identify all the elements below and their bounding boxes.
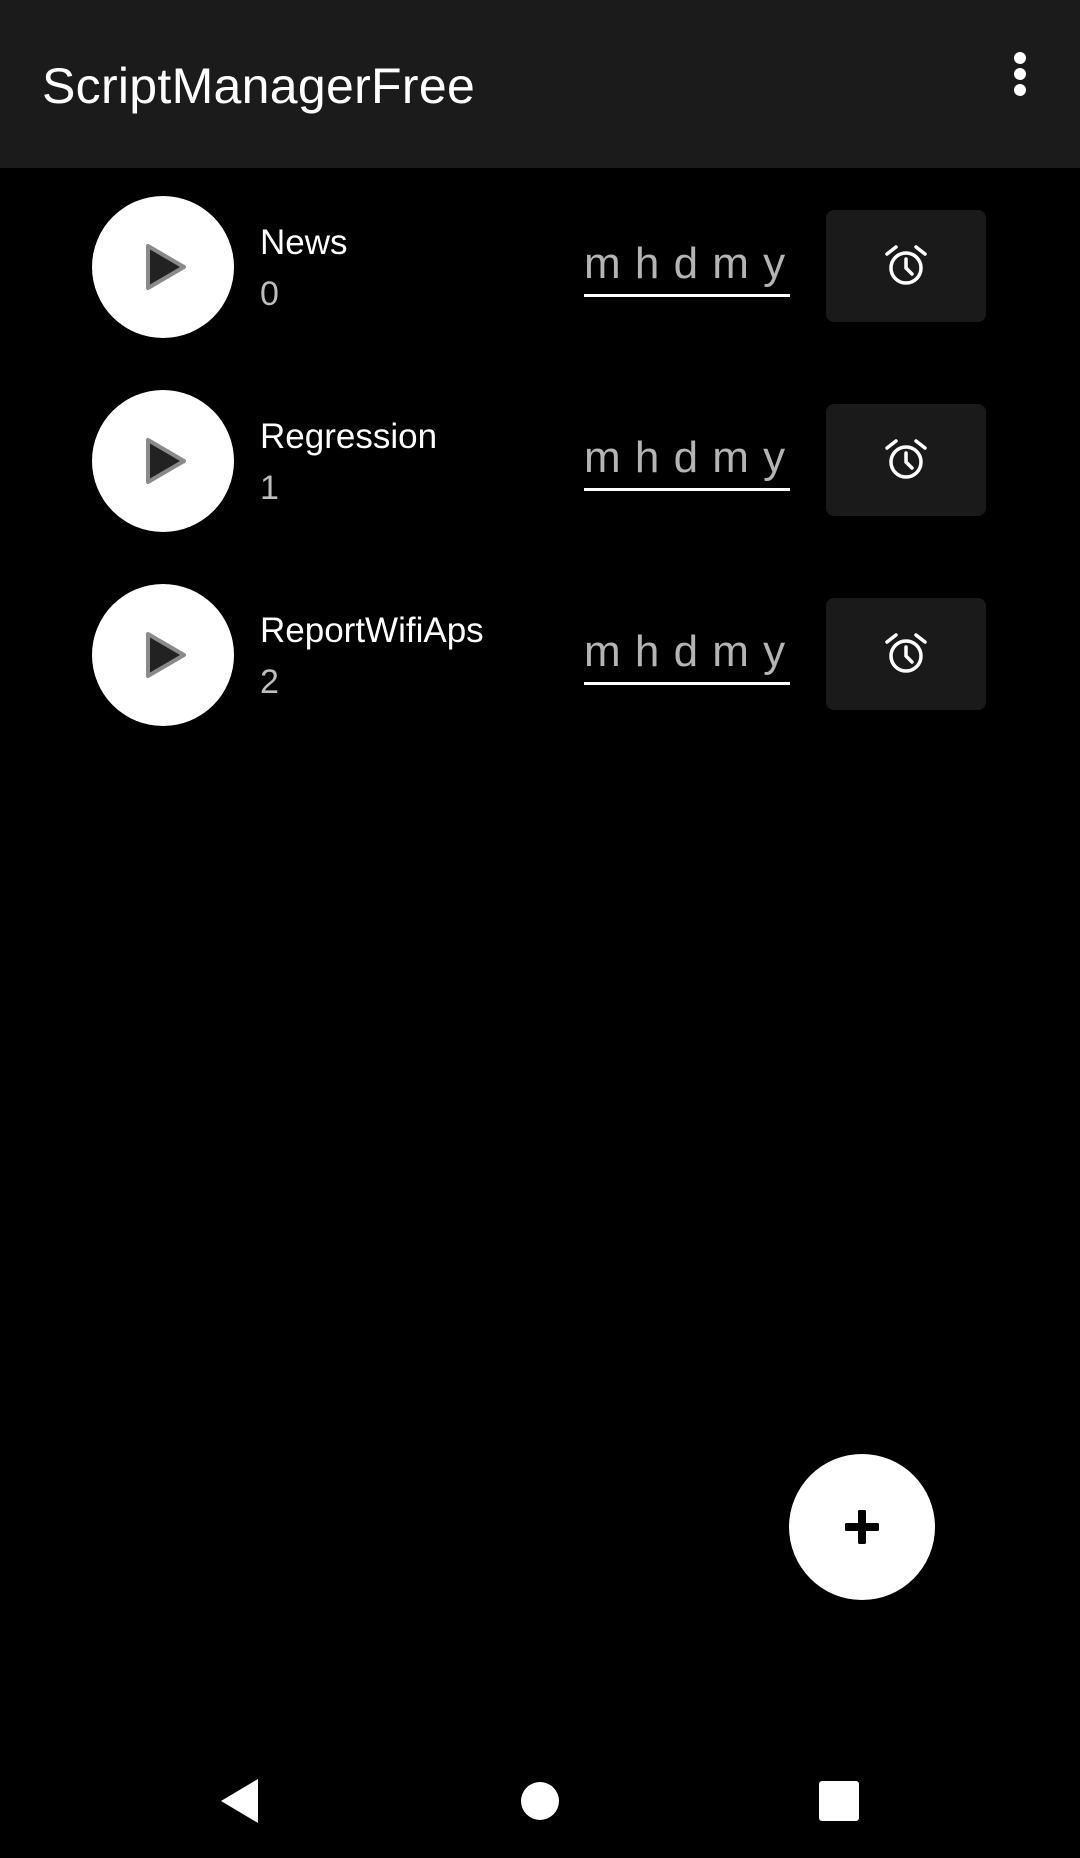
alarm-clock-icon [885, 439, 927, 479]
recents-square-icon [819, 1781, 859, 1821]
set-alarm-button[interactable] [826, 598, 986, 710]
play-icon [146, 438, 186, 484]
system-nav-bar [0, 1738, 1080, 1858]
script-row: Regression 1 [0, 390, 1080, 540]
alarm-clock-icon [885, 633, 927, 673]
back-triangle-icon [221, 1779, 258, 1823]
script-row: ReportWifiAps 2 [0, 584, 1080, 734]
app-bar: ScriptManagerFree [0, 0, 1080, 168]
overflow-menu-button[interactable] [996, 44, 1044, 104]
nav-home-button[interactable] [500, 1760, 580, 1840]
play-icon [146, 244, 186, 290]
nav-back-button[interactable] [200, 1760, 280, 1840]
script-name: News [260, 223, 348, 262]
script-name: ReportWifiAps [260, 611, 484, 650]
set-alarm-button[interactable] [826, 210, 986, 322]
script-index: 2 [260, 663, 279, 701]
script-index: 1 [260, 469, 279, 507]
play-button[interactable] [92, 196, 234, 338]
home-circle-icon [521, 1782, 559, 1820]
plus-icon [845, 1510, 879, 1544]
script-index: 0 [260, 275, 279, 313]
script-name: Regression [260, 417, 438, 456]
play-button[interactable] [92, 584, 234, 726]
alarm-clock-icon [885, 245, 927, 285]
play-icon [146, 632, 186, 678]
app-title: ScriptManagerFree [42, 58, 476, 114]
play-button[interactable] [92, 390, 234, 532]
nav-recents-button[interactable] [798, 1760, 878, 1840]
more-vert-icon-dot [1014, 68, 1026, 80]
schedule-input[interactable] [584, 622, 790, 685]
add-script-fab[interactable] [789, 1454, 935, 1600]
more-vert-icon [1014, 52, 1026, 64]
schedule-input[interactable] [584, 428, 790, 491]
schedule-input[interactable] [584, 234, 790, 297]
set-alarm-button[interactable] [826, 404, 986, 516]
more-vert-icon-dot [1014, 84, 1026, 96]
script-row: News 0 [0, 196, 1080, 346]
